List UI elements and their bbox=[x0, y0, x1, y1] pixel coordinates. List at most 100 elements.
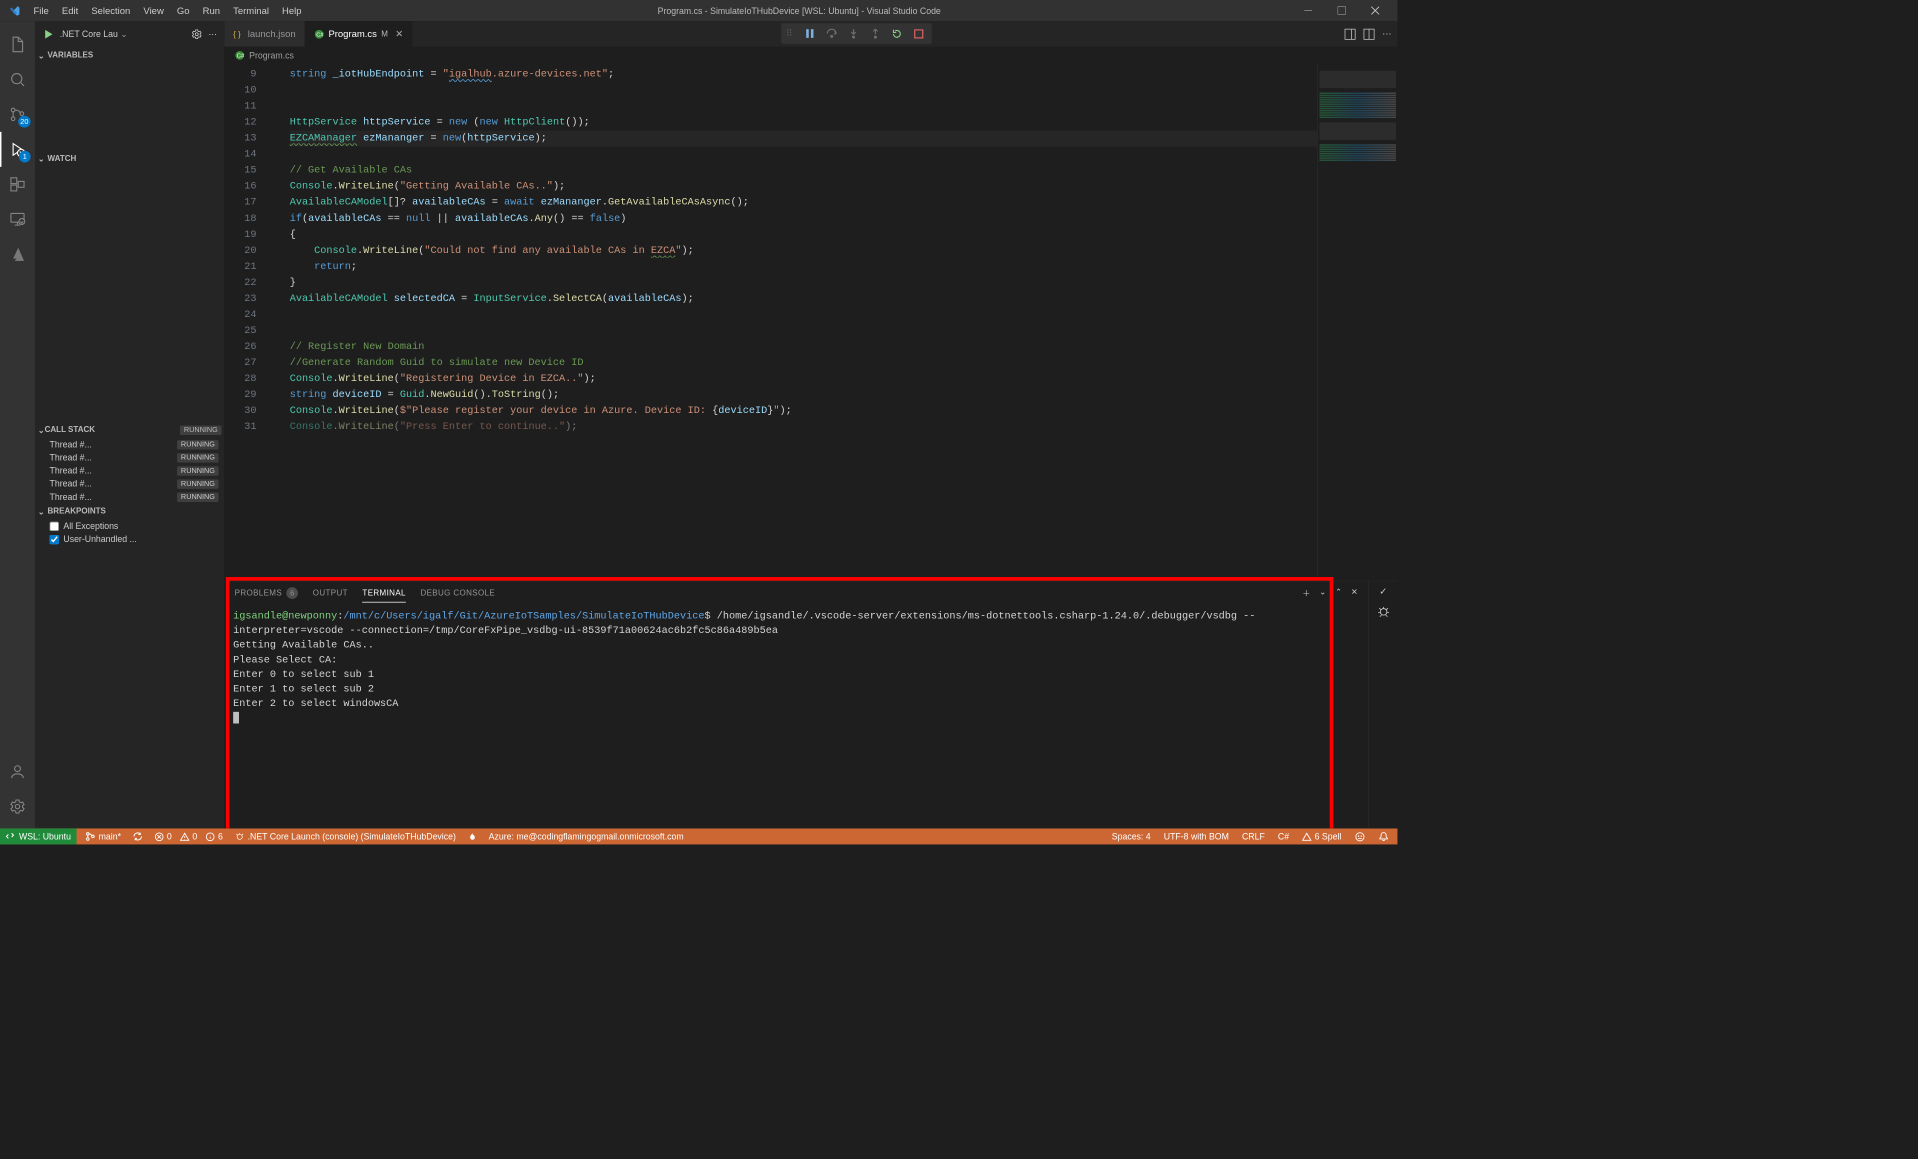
minimize-button[interactable] bbox=[1291, 0, 1325, 21]
vscode-icon bbox=[9, 5, 21, 17]
callstack-body: Thread #...RUNNINGThread #...RUNNINGThre… bbox=[35, 438, 224, 504]
thread-row[interactable]: Thread #...RUNNING bbox=[35, 490, 224, 503]
callstack-section[interactable]: ⌄Call Stack RUNNING bbox=[35, 422, 224, 438]
pause-icon[interactable] bbox=[801, 26, 817, 42]
breakpoints-section[interactable]: ⌄Breakpoints bbox=[35, 503, 224, 519]
azure-icon[interactable] bbox=[0, 237, 35, 272]
menu-file[interactable]: File bbox=[28, 2, 55, 19]
git-branch[interactable]: main* bbox=[83, 831, 124, 841]
debug-config-gear-icon[interactable] bbox=[191, 28, 203, 40]
sync-icon[interactable] bbox=[130, 831, 146, 841]
remote-explorer-icon[interactable] bbox=[0, 202, 35, 237]
menu-edit[interactable]: Edit bbox=[56, 2, 84, 19]
azure-account[interactable]: Azure: me@codingflamingogmail.onmicrosof… bbox=[486, 831, 687, 841]
variables-section[interactable]: ⌄Variables bbox=[35, 47, 224, 63]
menu-go[interactable]: Go bbox=[171, 2, 195, 19]
settings-gear-icon[interactable] bbox=[0, 789, 35, 824]
thread-row[interactable]: Thread #...RUNNING bbox=[35, 464, 224, 477]
breakpoint-checkbox[interactable] bbox=[50, 521, 59, 530]
tab-modified-indicator: M bbox=[381, 30, 388, 39]
close-tab-icon[interactable]: ✕ bbox=[395, 28, 403, 40]
svg-text:C#: C# bbox=[237, 54, 245, 60]
svg-text:C#: C# bbox=[316, 32, 324, 38]
menu-terminal[interactable]: Terminal bbox=[227, 2, 274, 19]
callstack-status: RUNNING bbox=[180, 425, 221, 434]
status-bar: WSL: Ubuntu main* 0 0 6 .NET Core Launch… bbox=[0, 828, 1397, 844]
step-out-icon[interactable] bbox=[867, 26, 883, 42]
minimap[interactable] bbox=[1317, 63, 1397, 580]
remote-indicator[interactable]: WSL: Ubuntu bbox=[0, 828, 77, 844]
code-editor[interactable]: string _iotHubEndpoint = "igalhub.azure-… bbox=[265, 63, 1317, 580]
restart-icon[interactable] bbox=[889, 26, 905, 42]
breadcrumb[interactable]: C# Program.cs bbox=[224, 47, 1397, 63]
notifications-icon[interactable] bbox=[1376, 831, 1392, 841]
close-panel-icon[interactable]: ✕ bbox=[1351, 587, 1358, 599]
accounts-icon[interactable] bbox=[0, 754, 35, 789]
json-icon: { } bbox=[233, 29, 243, 39]
toggle-panel-icon[interactable] bbox=[1344, 28, 1356, 40]
bug-icon[interactable] bbox=[1377, 605, 1390, 618]
tab-program-cs[interactable]: C# Program.cs M ✕ bbox=[305, 21, 413, 47]
split-editor-icon[interactable] bbox=[1363, 28, 1375, 40]
extensions-icon[interactable] bbox=[0, 167, 35, 202]
editor-more-icon[interactable]: ⋯ bbox=[1382, 28, 1391, 40]
step-into-icon[interactable] bbox=[845, 26, 861, 42]
breakpoint-checkbox[interactable] bbox=[50, 534, 59, 543]
editor-tabs: { } launch.json C# Program.cs M ✕ ⠿ bbox=[224, 21, 1397, 47]
line-gutter[interactable]: 9101112131415161718192021222324252627282… bbox=[224, 63, 265, 580]
debug-target[interactable]: .NET Core Launch (console) (SimulateIoTH… bbox=[232, 831, 459, 841]
panel-tab-debug-console[interactable]: DEBUG CONSOLE bbox=[420, 584, 495, 601]
run-debug-icon[interactable]: 1 bbox=[0, 132, 35, 167]
flame-icon[interactable] bbox=[465, 832, 480, 841]
menu-bar: File Edit Selection View Go Run Terminal… bbox=[28, 2, 308, 19]
menu-run[interactable]: Run bbox=[197, 2, 226, 19]
indentation[interactable]: Spaces: 4 bbox=[1109, 831, 1154, 841]
eol[interactable]: CRLF bbox=[1239, 831, 1268, 841]
window-title: Program.cs - SimulateIoTHubDevice [WSL: … bbox=[307, 5, 1291, 15]
panel-tab-problems[interactable]: PROBLEMS 6 bbox=[235, 583, 299, 603]
start-debug-button[interactable] bbox=[42, 28, 54, 40]
step-over-icon[interactable] bbox=[823, 26, 839, 42]
thread-row[interactable]: Thread #...RUNNING bbox=[35, 451, 224, 464]
bottom-panel: PROBLEMS 6 OUTPUT TERMINAL DEBUG CONSOLE… bbox=[224, 581, 1397, 829]
tab-launch-json[interactable]: { } launch.json bbox=[224, 21, 305, 47]
encoding[interactable]: UTF-8 with BOM bbox=[1161, 831, 1232, 841]
terminal[interactable]: igsandle@newponny:/mnt/c/Users/igalf/Git… bbox=[224, 605, 1368, 829]
svg-text:{ }: { } bbox=[233, 30, 241, 39]
panel-tabs: PROBLEMS 6 OUTPUT TERMINAL DEBUG CONSOLE… bbox=[224, 581, 1368, 604]
breakpoints-list: All ExceptionsUser-Unhandled ... bbox=[35, 519, 224, 545]
csharp-icon: C# bbox=[314, 29, 324, 39]
close-button[interactable] bbox=[1358, 0, 1392, 21]
activity-bar: 20 1 bbox=[0, 21, 35, 828]
window-controls bbox=[1291, 0, 1392, 21]
checkmark-icon[interactable]: ✓ bbox=[1379, 586, 1387, 598]
drag-handle-icon[interactable]: ⠿ bbox=[786, 28, 793, 40]
terminal-dropdown-icon[interactable]: ⌄ bbox=[1319, 587, 1326, 599]
stop-icon[interactable] bbox=[911, 26, 927, 42]
spell-check[interactable]: 6 Spell bbox=[1299, 831, 1344, 841]
search-icon[interactable] bbox=[0, 62, 35, 97]
watch-section[interactable]: ⌄Watch bbox=[35, 151, 224, 167]
csharp-icon: C# bbox=[235, 50, 245, 60]
maximize-panel-icon[interactable]: ⌃ bbox=[1335, 587, 1342, 599]
feedback-icon[interactable] bbox=[1352, 831, 1369, 842]
panel-tab-output[interactable]: OUTPUT bbox=[313, 584, 348, 601]
thread-row[interactable]: Thread #...RUNNING bbox=[35, 477, 224, 490]
language-mode[interactable]: C# bbox=[1275, 831, 1292, 841]
explorer-icon[interactable] bbox=[0, 27, 35, 62]
more-icon[interactable]: ⋯ bbox=[208, 29, 217, 39]
problems-summary[interactable]: 0 0 6 bbox=[152, 831, 226, 841]
menu-selection[interactable]: Selection bbox=[86, 2, 137, 19]
breakpoint-item[interactable]: User-Unhandled ... bbox=[35, 533, 224, 546]
source-control-icon[interactable]: 20 bbox=[0, 97, 35, 132]
scm-badge: 20 bbox=[18, 116, 30, 128]
maximize-button[interactable] bbox=[1325, 0, 1359, 21]
new-terminal-icon[interactable]: ＋ bbox=[1302, 587, 1310, 599]
breakpoint-item[interactable]: All Exceptions bbox=[35, 519, 224, 532]
panel-tab-terminal[interactable]: TERMINAL bbox=[362, 584, 405, 602]
thread-row[interactable]: Thread #...RUNNING bbox=[35, 438, 224, 451]
menu-view[interactable]: View bbox=[138, 2, 170, 19]
menu-help[interactable]: Help bbox=[276, 2, 307, 19]
debug-config-select[interactable]: .NET Core Lau ⌄ bbox=[60, 29, 185, 39]
debug-toolbar[interactable]: ⠿ bbox=[781, 23, 932, 45]
